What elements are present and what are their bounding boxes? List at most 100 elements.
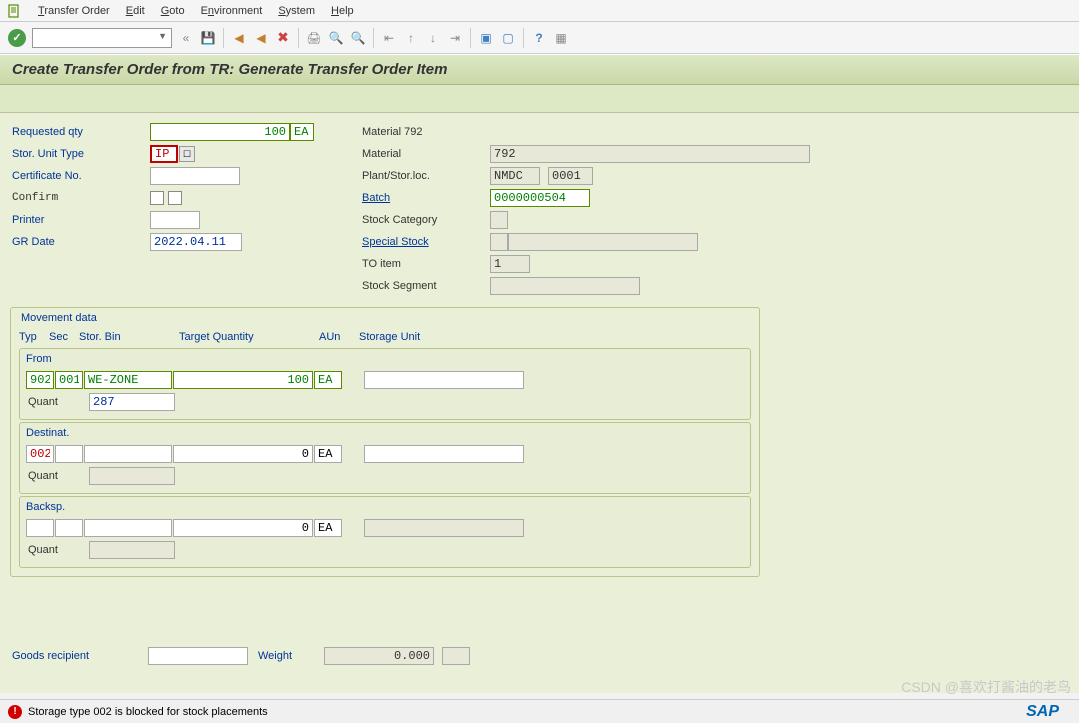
- grdate-input[interactable]: [150, 233, 242, 251]
- new-session-icon[interactable]: ▣: [476, 28, 496, 48]
- sut-f4-icon[interactable]: ☐: [179, 146, 195, 162]
- from-typ[interactable]: [26, 371, 54, 389]
- back-su: [364, 519, 524, 537]
- material-input: [490, 145, 810, 163]
- material-label: Material: [360, 148, 490, 160]
- movement-panel: Movement data Typ Sec Stor. Bin Target Q…: [10, 307, 760, 577]
- specstock-label[interactable]: Special Stock: [360, 236, 490, 248]
- from-uom[interactable]: [314, 371, 342, 389]
- footer-row: Goods recipient Weight: [10, 647, 470, 665]
- page-title: Create Transfer Order from TR: Generate …: [12, 61, 1067, 78]
- toolbar: ✓ « 💾 ◀ ◀ ✖ 🖨 🔍 🔍 ⇤ ↑ ↓ ⇥ ▣ ▢ ? ▦: [0, 22, 1079, 54]
- grdate-label: GR Date: [10, 236, 150, 248]
- cert-input[interactable]: [150, 167, 240, 185]
- back-icon[interactable]: ◀: [229, 28, 249, 48]
- requested-qty-input[interactable]: [150, 123, 290, 141]
- dest-panel: Destinat. Quant: [19, 422, 751, 494]
- find-icon[interactable]: 🔍: [326, 28, 346, 48]
- weight-label: Weight: [256, 650, 316, 662]
- printer-input[interactable]: [150, 211, 200, 229]
- dest-quant: [89, 467, 175, 485]
- dest-bin[interactable]: [84, 445, 172, 463]
- menu-edit[interactable]: Edit: [118, 3, 153, 19]
- watermark: CSDN @喜欢打酱油的老鸟: [901, 677, 1071, 697]
- specstock-input1: [490, 233, 508, 251]
- confirm-checkbox-1[interactable]: [150, 191, 164, 205]
- from-quant-label: Quant: [26, 396, 88, 408]
- dest-su[interactable]: [364, 445, 524, 463]
- shortcut-icon[interactable]: ▢: [498, 28, 518, 48]
- help-icon[interactable]: ?: [529, 28, 549, 48]
- goods-recipient-label: Goods recipient: [10, 650, 140, 662]
- layout-icon[interactable]: ▦: [551, 28, 571, 48]
- menu-transfer-order[interactable]: TTransfer Orderransfer Order: [30, 3, 118, 19]
- confirm-label: Confirm: [10, 192, 150, 204]
- back-qty[interactable]: [173, 519, 313, 537]
- from-bin[interactable]: [84, 371, 172, 389]
- first-page-icon[interactable]: ⇤: [379, 28, 399, 48]
- from-panel: From Quant: [19, 348, 751, 420]
- from-su[interactable]: [364, 371, 524, 389]
- dest-title: Destinat.: [26, 427, 744, 439]
- back-quant-label: Quant: [26, 544, 88, 556]
- enter-button[interactable]: ✓: [8, 29, 26, 47]
- sloc-input: [548, 167, 593, 185]
- last-page-icon[interactable]: ⇥: [445, 28, 465, 48]
- back-bin[interactable]: [84, 519, 172, 537]
- sut-input[interactable]: [150, 145, 178, 163]
- hdr-bin: Stor. Bin: [79, 331, 179, 343]
- sub-toolbar: [0, 85, 1079, 113]
- confirm-checkbox-2[interactable]: [168, 191, 182, 205]
- command-field[interactable]: [32, 28, 172, 48]
- back-typ[interactable]: [26, 519, 54, 537]
- plant-input: [490, 167, 540, 185]
- document-icon: [6, 3, 22, 19]
- movement-title: Movement data: [19, 308, 751, 328]
- back-quant: [89, 541, 175, 559]
- sap-logo: SAP: [1026, 703, 1059, 721]
- find-next-icon[interactable]: 🔍: [348, 28, 368, 48]
- from-quant[interactable]: [89, 393, 175, 411]
- menu-help[interactable]: Help: [323, 3, 362, 19]
- hdr-typ: Typ: [19, 331, 49, 343]
- dest-uom[interactable]: [314, 445, 342, 463]
- hdr-sec: Sec: [49, 331, 79, 343]
- sut-label: Stor. Unit Type: [10, 148, 150, 160]
- dest-qty[interactable]: [173, 445, 313, 463]
- menu-environment[interactable]: Environment: [193, 3, 271, 19]
- toitem-input: [490, 255, 530, 273]
- menu-goto[interactable]: Goto: [153, 3, 193, 19]
- specstock-input2: [508, 233, 698, 251]
- next-page-icon[interactable]: ↓: [423, 28, 443, 48]
- stockcat-label: Stock Category: [360, 214, 490, 226]
- batch-label[interactable]: Batch: [360, 192, 490, 204]
- print-icon[interactable]: 🖨: [304, 28, 324, 48]
- back-title: Backsp.: [26, 501, 744, 513]
- save-icon[interactable]: 💾: [198, 28, 218, 48]
- requested-qty-label: Requested qty: [10, 126, 150, 138]
- movement-header: Typ Sec Stor. Bin Target Quantity AUn St…: [19, 328, 751, 346]
- dest-sec[interactable]: [55, 445, 83, 463]
- hdr-tq: Target Quantity: [179, 331, 319, 343]
- back-sec[interactable]: [55, 519, 83, 537]
- goods-recipient-input[interactable]: [148, 647, 248, 665]
- content: Requested qty Stor. Unit Type ☐ Certific…: [0, 113, 1079, 693]
- prev-page-icon[interactable]: ↑: [401, 28, 421, 48]
- cancel-icon[interactable]: ✖: [273, 28, 293, 48]
- from-qty[interactable]: [173, 371, 313, 389]
- dest-quant-label: Quant: [26, 470, 88, 482]
- hdr-aun: AUn: [319, 331, 359, 343]
- back-panel: Backsp. Quant: [19, 496, 751, 568]
- dest-typ[interactable]: [26, 445, 54, 463]
- back-uom[interactable]: [314, 519, 342, 537]
- hdr-su: Storage Unit: [359, 331, 479, 343]
- from-sec[interactable]: [55, 371, 83, 389]
- back-double-icon[interactable]: «: [176, 28, 196, 48]
- exit-icon[interactable]: ◀: [251, 28, 271, 48]
- batch-input[interactable]: [490, 189, 590, 207]
- requested-qty-uom[interactable]: [290, 123, 314, 141]
- status-text: Storage type 002 is blocked for stock pl…: [28, 706, 268, 718]
- menubar: TTransfer Orderransfer Order Edit Goto E…: [0, 0, 1079, 22]
- menu-system[interactable]: System: [270, 3, 323, 19]
- statusbar: ! Storage type 002 is blocked for stock …: [0, 699, 1079, 723]
